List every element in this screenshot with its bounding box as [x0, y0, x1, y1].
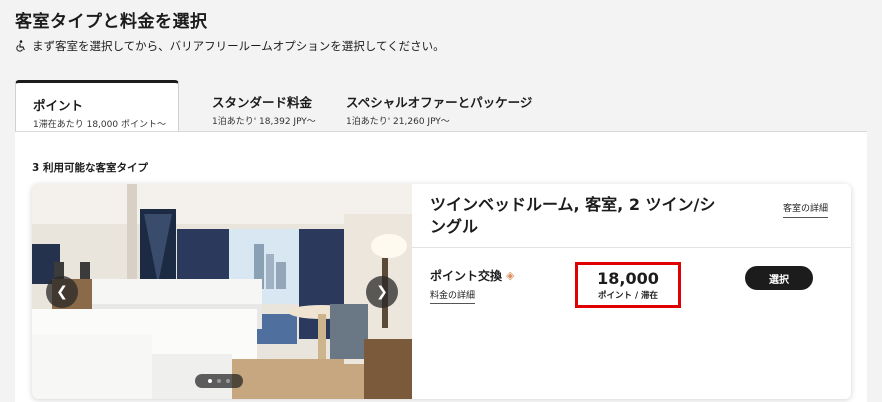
room-photo-image — [32, 184, 412, 399]
carousel-next-button[interactable]: ❯ — [366, 276, 398, 308]
select-button[interactable]: 選択 — [745, 266, 813, 290]
notice-text: まず客室を選択してから、バリアフリールームオプションを選択してください。 — [32, 39, 445, 53]
chevron-left-icon: ❮ — [56, 284, 68, 300]
price-highlight: 18,000 ポイント / 滞在 — [575, 262, 681, 308]
divider — [412, 247, 851, 248]
accessibility-notice: まず客室を選択してから、バリアフリールームオプションを選択してください。 — [15, 38, 445, 54]
room-card: ❮ ❯ ツインベッドルーム, 客室, 2 ツイン/シングル 客室の詳細 ポイント… — [32, 184, 851, 399]
wheelchair-icon — [16, 40, 25, 52]
room-name: ツインベッドルーム, 客室, 2 ツイン/シングル — [430, 195, 716, 236]
page-title: 客室タイプと料金を選択 — [15, 12, 208, 32]
carousel-dot[interactable] — [217, 379, 221, 383]
carousel-dot[interactable] — [226, 379, 230, 383]
rate-tabs: ポイント 1滞在あたり 18,000 ポイント〜 スタンダード料金 1泊あたり'… — [15, 80, 867, 132]
tab-sub: 1滞在あたり 18,000 ポイント〜 — [33, 120, 166, 130]
room-details-link[interactable]: 客室の詳細 — [783, 201, 829, 218]
tab-special-offers[interactable]: スペシャルオファーとパッケージ 1泊あたり' 21,260 JPY〜 — [329, 80, 549, 132]
chevron-right-icon: ❯ — [376, 284, 388, 300]
rates-panel: 3 利用可能な客室タイプ ❮ ❯ ツインベッドルーム, 客室, 2 ツイン/シン… — [15, 131, 867, 402]
tab-points[interactable]: ポイント 1滞在あたり 18,000 ポイント〜 — [15, 80, 179, 132]
rate-name: ポイント交換 ◈ — [430, 267, 514, 284]
price-unit: ポイント / 滞在 — [597, 290, 659, 301]
carousel-dot[interactable] — [208, 379, 212, 383]
tab-sub: 1泊あたり' 18,392 JPY〜 — [212, 117, 316, 127]
carousel-indicator — [195, 374, 243, 388]
rate-details-link[interactable]: 料金の詳細 — [430, 288, 476, 304]
price-value: 18,000 — [597, 268, 659, 288]
tab-sub: 1泊あたり' 21,260 JPY〜 — [346, 117, 450, 127]
tab-standard-rate[interactable]: スタンダード料金 1泊あたり' 18,392 JPY〜 — [195, 80, 333, 132]
tab-label: スタンダード料金 — [212, 95, 313, 110]
tab-label: スペシャルオファーとパッケージ — [346, 95, 533, 110]
tag-icon: ◈ — [506, 269, 515, 282]
room-photo[interactable]: ❮ ❯ — [32, 184, 412, 399]
carousel-prev-button[interactable]: ❮ — [46, 276, 78, 308]
tab-label: ポイント — [33, 98, 84, 113]
rate-name-text: ポイント交換 — [430, 269, 503, 283]
room-type-count: 3 利用可能な客室タイプ — [32, 162, 148, 174]
